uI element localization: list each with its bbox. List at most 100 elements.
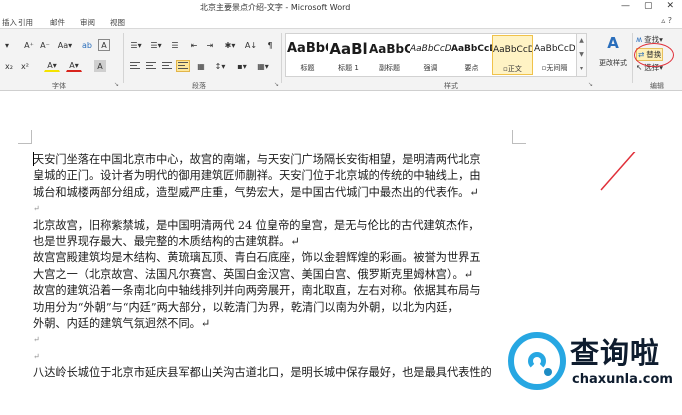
- style-subtitle[interactable]: AaBbC 副标题: [369, 35, 410, 75]
- paragraph-line: 外朝、内廷的建筑气氛迥然不同。↵: [33, 317, 211, 331]
- paragraph-line: 大宫之一（北京故宫、法国凡尔赛宫、英国白金汉宫、美国白宫、俄罗斯克里姆林宫）。↵: [33, 267, 474, 281]
- style-gallery: AaBbC 标题 AaBl 标题 1 AaBbC 副标题 AaBbCcDc 强调…: [285, 33, 587, 77]
- watermark-logo-icon: [508, 332, 566, 390]
- scroll-up-icon[interactable]: ▲: [579, 37, 584, 44]
- style-name: 副标题: [379, 64, 400, 72]
- scroll-down-icon[interactable]: ▼: [579, 51, 584, 58]
- change-case-button[interactable]: Aa▾: [56, 39, 74, 51]
- paragraph-dialog-launcher-icon[interactable]: ↘: [274, 81, 279, 88]
- shading-button[interactable]: ▪▾: [234, 60, 250, 72]
- gallery-scroll[interactable]: ▲ ▼ ▾: [576, 34, 586, 76]
- group-divider: [632, 33, 633, 83]
- style-name: 强调: [423, 64, 438, 72]
- style-sample: AaBl: [329, 41, 368, 57]
- chinese-layout-button[interactable]: ✱▾: [222, 39, 238, 51]
- margin-corner-mark: [18, 130, 32, 144]
- style-normal[interactable]: AaBbCcDc ▫正文: [492, 35, 533, 75]
- increase-indent-button[interactable]: ⇥: [204, 39, 216, 51]
- maximize-button[interactable]: ▢: [644, 1, 653, 11]
- paragraph-mark: ↵: [33, 335, 40, 345]
- style-emphasis[interactable]: AaBbCcDc 强调: [410, 35, 451, 75]
- style-sample: AaBbCcDc: [534, 44, 575, 54]
- shrink-font-button[interactable]: A⁻: [38, 39, 52, 51]
- text-cursor: [33, 152, 34, 166]
- change-styles-button[interactable]: A 更改样式: [596, 33, 630, 79]
- styles-group-label: 样式: [444, 82, 458, 90]
- sort-button[interactable]: A↓: [244, 39, 258, 51]
- paragraph-line: 皇城的正门。设计者为明代的御用建筑匠师蒯祥。天安门位于北京城的传统的中轴线上，由: [33, 169, 481, 183]
- minimize-button[interactable]: —: [621, 1, 630, 11]
- tab-review[interactable]: 审阅: [80, 17, 95, 28]
- font-size-dropdown[interactable]: ▾: [2, 39, 12, 51]
- paragraph-line: 城台和城楼两部分组成，造型威严庄重，气势宏大，是中国古代城门中最杰出的代表作。↵: [33, 185, 479, 199]
- style-name: 标题 1: [338, 64, 359, 72]
- show-marks-button[interactable]: ¶: [264, 39, 276, 51]
- style-sample: AaBbCcDc: [410, 44, 451, 54]
- tab-view[interactable]: 视图: [110, 17, 125, 28]
- style-heading-1[interactable]: AaBl 标题 1: [328, 35, 369, 75]
- paragraph-line: 天安门坐落在中国北京市中心，故宫的南端，与天安门广场隔长安街相望，是明清两代北京: [33, 153, 481, 166]
- paragraph-line: 故宫的建筑沿着一条南北向中轴线排列并向两旁展开，南北取直，左右对称。依据其布局与: [33, 284, 481, 298]
- logo-dot: [544, 368, 552, 376]
- style-name: 标题: [300, 64, 315, 72]
- paragraph-line: 八达岭长城位于北京市延庆县军都山关沟古道北口，是明长城中保存最好，也是最具代表性…: [33, 366, 492, 380]
- window-controls: — ▢ ✕: [621, 1, 674, 11]
- style-sample: AaBbCcDc: [493, 45, 532, 55]
- subscript-button[interactable]: x₂: [2, 60, 16, 72]
- gallery-more-icon[interactable]: ▾: [580, 65, 583, 72]
- margin-corner-mark: [512, 130, 526, 144]
- align-right-button[interactable]: [160, 60, 174, 72]
- paragraph-line: 故宫宫殿建筑均是木结构、黄琉璃瓦顶、青白石底座，饰以金碧辉煌的彩画。被誉为世界五: [33, 251, 481, 265]
- numbering-button[interactable]: ☰▾: [148, 39, 164, 51]
- change-styles-label: 更改样式: [599, 59, 627, 67]
- clear-format-button[interactable]: ab: [80, 39, 94, 51]
- style-sample: AaBbCcD: [451, 44, 492, 54]
- style-strong[interactable]: AaBbCcD 要点: [451, 35, 492, 75]
- paragraph-line: 北京故宫，旧称紫禁城，是中国明清两代 24 位皇帝的皇宫，是无与伦比的古代建筑杰…: [33, 218, 480, 232]
- superscript-button[interactable]: x²: [18, 60, 32, 72]
- style-title[interactable]: AaBbC 标题: [287, 35, 328, 75]
- group-divider: [281, 33, 282, 83]
- char-border-button[interactable]: A: [98, 39, 110, 51]
- styles-dialog-launcher-icon[interactable]: ↘: [588, 81, 593, 88]
- bullets-button[interactable]: ☰▾: [128, 39, 144, 51]
- grow-font-button[interactable]: A⁺: [22, 39, 36, 51]
- paragraph-group-label: 段落: [192, 82, 206, 90]
- style-sample: AaBbC: [369, 42, 410, 56]
- distributed-button[interactable]: ▦: [194, 60, 208, 72]
- justify-button[interactable]: [176, 60, 190, 72]
- watermark-text: 查询啦: [570, 336, 661, 370]
- find-icon: ʍ: [636, 35, 643, 44]
- title-bar: 北京主要景点介绍-文字 - Microsoft Word — ▢ ✕: [0, 0, 682, 16]
- help-icon[interactable]: ▵ ?: [661, 16, 672, 25]
- ribbon: ▾ A⁺ A⁻ Aa▾ ab A x₂ x² A▾ A▾ A 字体 ↘ ☰▾ ☰…: [0, 29, 682, 91]
- editing-group-label: 编辑: [650, 82, 664, 90]
- annotation-circle: [634, 43, 674, 67]
- multilevel-list-button[interactable]: ☰: [168, 39, 182, 51]
- borders-button[interactable]: ▦▾: [254, 60, 272, 72]
- align-center-button[interactable]: [144, 60, 158, 72]
- font-group-label: 字体: [52, 82, 66, 90]
- style-name: ▫正文: [503, 65, 522, 73]
- document-body[interactable]: 天安门坐落在中国北京市中心，故宫的南端，与天安门广场隔长安街相望，是明清两代北京…: [33, 152, 515, 382]
- tab-references[interactable]: 引用: [18, 17, 33, 28]
- align-left-button[interactable]: [128, 60, 142, 72]
- change-styles-icon: A: [607, 34, 619, 52]
- line-spacing-button[interactable]: ↕▾: [212, 60, 228, 72]
- paragraph-line: 功用分为“外朝”与“内廷”两大部分，以乾清门为界，乾清门以南为外朝，以北为内廷，: [33, 300, 459, 314]
- tab-insert[interactable]: 插入: [2, 17, 17, 28]
- ribbon-tabs: 插入 引用 邮件 审阅 视图 ▵ ?: [0, 16, 682, 29]
- decrease-indent-button[interactable]: ⇤: [188, 39, 200, 51]
- char-shading-button[interactable]: A: [94, 60, 106, 72]
- tab-mailings[interactable]: 邮件: [50, 17, 65, 28]
- style-no-spacing[interactable]: AaBbCcDc ▫无间隔: [534, 35, 575, 75]
- paragraph-mark: ↵: [33, 351, 40, 361]
- font-dialog-launcher-icon[interactable]: ↘: [114, 81, 119, 88]
- font-color-button[interactable]: A▾: [66, 60, 82, 72]
- close-button[interactable]: ✕: [666, 1, 674, 11]
- paragraph-line: 也是世界现存最大、最完整的木质结构的古建筑群。↵: [33, 235, 300, 249]
- annotation-arrow-icon: [600, 152, 636, 191]
- style-name: ▫无间隔: [541, 64, 568, 72]
- highlight-button[interactable]: A▾: [44, 60, 60, 72]
- group-divider: [123, 33, 124, 83]
